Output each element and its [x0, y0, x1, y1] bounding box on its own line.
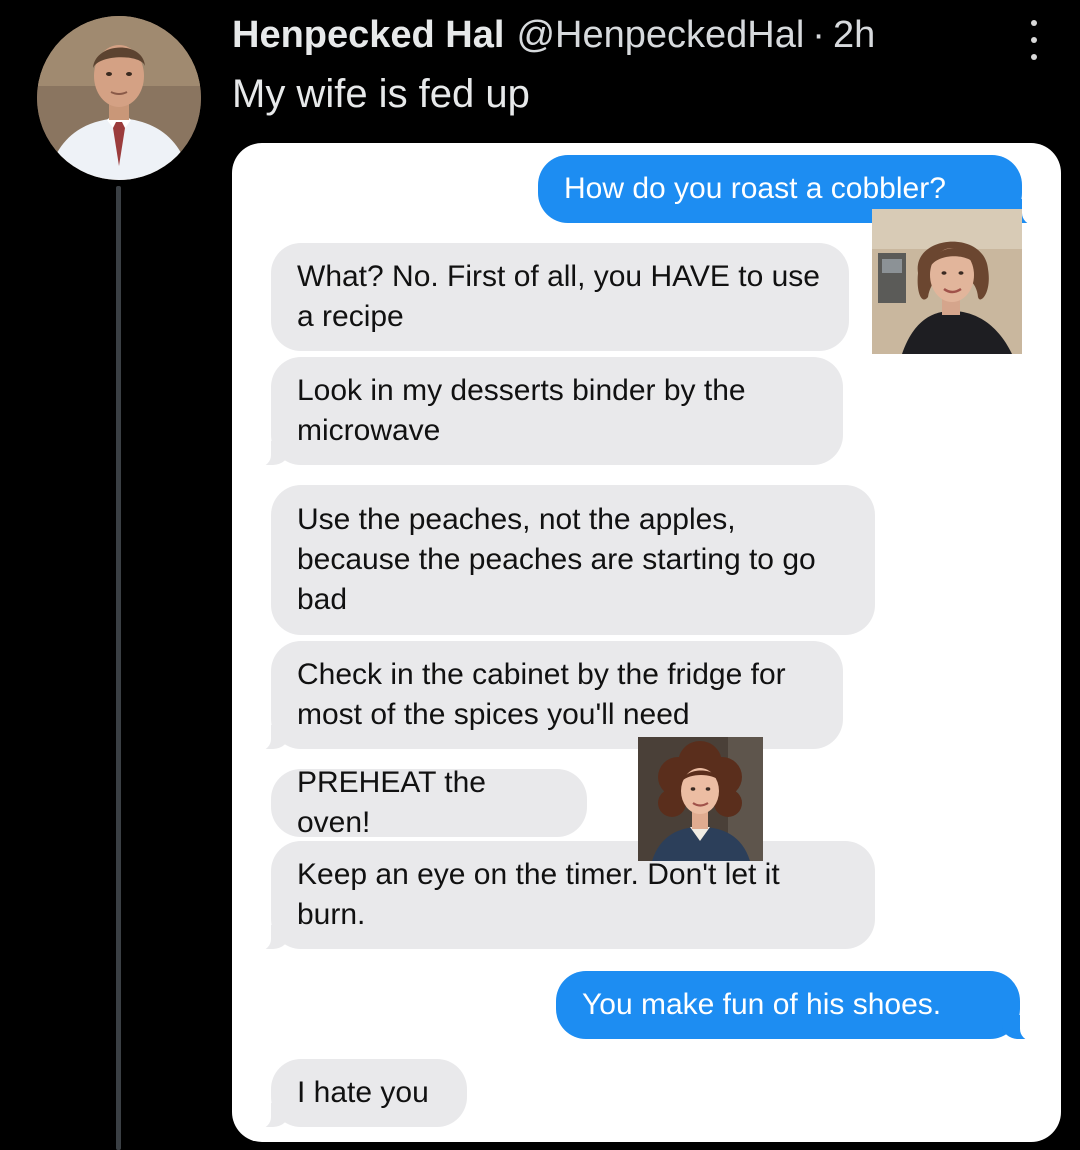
message-text: PREHEAT the oven! [297, 766, 486, 839]
message-bubble-outgoing: You make fun of his shoes. [556, 971, 1042, 1041]
display-name[interactable]: Henpecked Hal [232, 14, 504, 57]
curly-hair-woman-photo [638, 737, 763, 861]
message-text: Use the peaches, not the apples, because… [297, 503, 816, 616]
message-text: Keep an eye on the timer. Don't let it b… [297, 858, 780, 931]
message-bubble-incoming: Use the peaches, not the apples, because… [271, 485, 875, 635]
tweet-text: My wife is fed up [232, 72, 530, 116]
woman-portrait-photo [872, 209, 1022, 354]
timestamp[interactable]: 2h [833, 14, 875, 57]
message-text: Look in my desserts binder by the microw… [297, 374, 746, 447]
message-bubble-incoming: Keep an eye on the timer. Don't let it b… [249, 841, 875, 951]
more-vertical-icon[interactable] [1024, 20, 1044, 60]
chat-screenshot[interactable]: How do you roast a cobbler? What? No. Fi… [232, 143, 1061, 1142]
message-bubble-incoming: What? No. First of all, you HAVE to use … [271, 243, 849, 351]
message-text: What? No. First of all, you HAVE to use … [297, 260, 820, 333]
message-text: I hate you [297, 1076, 429, 1109]
message-bubble-incoming: PREHEAT the oven! [271, 766, 587, 839]
message-bubble-incoming: Check in the cabinet by the fridge for m… [249, 641, 843, 751]
message-text: You make fun of his shoes. [582, 988, 942, 1021]
user-handle[interactable]: @HenpeckedHal [516, 14, 804, 57]
avatar[interactable] [37, 16, 201, 180]
separator-dot: · [812, 14, 825, 56]
message-text: Check in the cabinet by the fridge for m… [297, 658, 786, 731]
man-portrait-avatar [37, 16, 201, 180]
message-bubble-incoming: Look in my desserts binder by the microw… [249, 357, 843, 467]
message-bubble-incoming: I hate you [249, 1059, 467, 1129]
message-text: How do you roast a cobbler? [564, 172, 946, 205]
tweet-header: Henpecked Hal @HenpeckedHal · 2h [232, 14, 875, 58]
thread-line [116, 186, 121, 1150]
